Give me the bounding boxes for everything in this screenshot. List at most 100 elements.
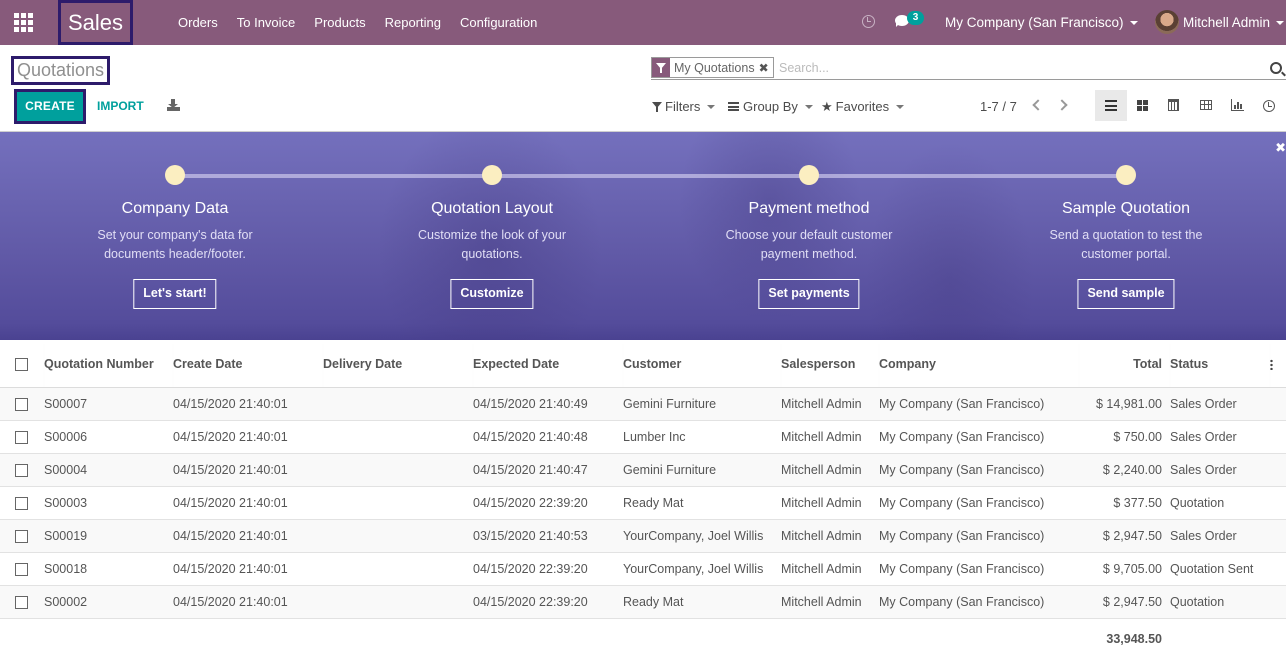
cell-spacer [1270,387,1286,421]
favorites-label: Favorites [835,99,890,114]
cell-expected-date: 04/15/2020 22:39:20 [473,552,623,586]
menu-orders[interactable]: Orders [178,0,218,45]
row-checkbox[interactable] [0,486,44,520]
apps-menu-icon[interactable] [14,13,34,32]
cell-salesperson: Mitchell Admin [781,552,879,586]
column-header-status[interactable]: Status [1170,341,1270,388]
column-header-customer[interactable]: Customer [623,341,781,388]
step-title: Company Data [121,200,229,217]
table-row[interactable]: S00003 04/15/2020 21:40:01 04/15/2020 22:3… [0,486,1286,520]
table-row[interactable]: S00006 04/15/2020 21:40:01 04/15/2020 21:4… [0,420,1286,454]
step-description: Set your company's data for documents he… [97,228,253,261]
menu-configuration[interactable]: Configuration [460,0,537,45]
column-header-salesperson[interactable]: Salesperson [781,341,879,388]
user-avatar[interactable] [1155,10,1179,34]
cell-create-date: 04/15/2020 21:40:01 [173,519,323,553]
menu-products[interactable]: Products [314,0,365,45]
step-description: Choose your default customer payment met… [725,228,893,261]
app-brand[interactable]: Sales [58,0,133,45]
filters-dropdown[interactable]: Filters [652,99,716,114]
row-checkbox[interactable] [0,453,44,487]
step-description: Send a quotation to test the customer po… [1049,228,1203,261]
customize-button[interactable]: Customize [450,279,534,309]
download-icon[interactable] [167,99,180,111]
step-title: Quotation Layout [431,200,553,217]
search-input[interactable] [779,59,1259,77]
company-switcher[interactable]: My Company (San Francisco) [945,0,1138,45]
facet-remove-icon[interactable]: ✖ [759,61,773,75]
send-sample-button[interactable]: Send sample [1077,279,1175,309]
user-menu[interactable]: Mitchell Admin [1183,0,1285,45]
step-dot [1116,165,1136,185]
cell-status: Sales Order [1170,387,1270,421]
set-payments-button[interactable]: Set payments [758,279,860,309]
row-checkbox[interactable] [0,585,44,619]
column-header-delivery-date[interactable]: Delivery Date [323,341,473,388]
menu-reporting[interactable]: Reporting [385,0,441,45]
row-checkbox[interactable] [0,420,44,454]
main-menu: Orders To Invoice Products Reporting Con… [178,0,556,45]
search-bar: My Quotations ✖ [651,55,1286,80]
cell-company: My Company (San Francisco) [879,387,1079,421]
optional-columns-toggle[interactable] [1270,341,1286,388]
table-row[interactable]: S00018 04/15/2020 21:40:01 04/15/2020 22:3… [0,552,1286,586]
menu-to-invoice[interactable]: To Invoice [237,0,296,45]
step-dot [799,165,819,185]
step-description: Customize the look of your quotations. [418,228,566,261]
import-button[interactable]: IMPORT [97,99,144,113]
row-checkbox[interactable] [0,387,44,421]
chevron-down-icon [1129,21,1138,26]
row-checkbox[interactable] [0,519,44,553]
group-by-dropdown[interactable]: Group By [728,99,813,114]
cell-total: $ 9,705.00 [1079,552,1170,586]
table-row[interactable]: S00002 04/15/2020 21:40:01 04/15/2020 22:3… [0,585,1286,619]
column-header-quotation-number[interactable]: Quotation Number [44,341,173,388]
cell-expected-date: 04/15/2020 21:40:49 [473,387,623,421]
pager-previous-icon[interactable] [1032,99,1044,111]
star-icon: ★ [821,99,833,114]
pager-next-icon[interactable] [1056,99,1068,111]
column-header-company[interactable]: Company [879,341,1079,388]
cell-total: $ 750.00 [1079,420,1170,454]
list-view-button[interactable] [1095,90,1127,121]
page-title: Quotations [11,56,111,85]
cell-company: My Company (San Francisco) [879,420,1079,454]
cell-company: My Company (San Francisco) [879,519,1079,553]
activity-view-button[interactable] [1253,90,1285,121]
group-by-label: Group By [743,99,798,114]
column-header-total[interactable]: Total [1079,341,1170,388]
filters-label: Filters [665,99,701,114]
table-row[interactable]: S00007 04/15/2020 21:40:01 04/15/2020 21:4… [0,387,1286,421]
cell-delivery-date [323,486,473,520]
cell-salesperson: Mitchell Admin [781,486,879,520]
search-icon[interactable] [1270,62,1282,74]
activity-clock-icon[interactable] [862,15,875,28]
cell-salesperson: Mitchell Admin [781,453,879,487]
column-header-expected-date[interactable]: Expected Date [473,341,623,388]
close-icon[interactable]: ✖ [1275,140,1286,156]
lets-start-button[interactable]: Let's start! [133,279,217,309]
cell-quotation-number: S00004 [44,453,173,487]
table-row[interactable]: S00004 04/15/2020 21:40:01 04/15/2020 21:4… [0,453,1286,487]
kanban-view-button[interactable] [1127,90,1159,121]
table-row[interactable]: S00019 04/15/2020 21:40:01 03/15/2020 21:4… [0,519,1286,553]
create-button[interactable]: CREATE [14,89,86,124]
step-title: Payment method [748,200,870,217]
cell-quotation-number: S00019 [44,519,173,553]
step-title: Sample Quotation [1061,200,1191,217]
cell-create-date: 04/15/2020 21:40:01 [173,486,323,520]
cell-delivery-date [323,585,473,619]
search-facet: My Quotations ✖ [651,57,774,78]
graph-view-button[interactable] [1221,90,1253,121]
cell-total: $ 2,947.50 [1079,585,1170,619]
pivot-view-button[interactable] [1190,90,1222,121]
favorites-dropdown[interactable]: ★ Favorites [821,99,905,114]
cell-company: My Company (San Francisco) [879,453,1079,487]
column-header-create-date[interactable]: Create Date [173,341,323,388]
calendar-view-button[interactable] [1158,90,1190,121]
select-all-checkbox[interactable] [0,341,44,388]
pager-value[interactable]: 1-7 / 7 [980,99,1017,114]
row-checkbox[interactable] [0,552,44,586]
cell-expected-date: 04/15/2020 22:39:20 [473,486,623,520]
cell-status: Sales Order [1170,453,1270,487]
